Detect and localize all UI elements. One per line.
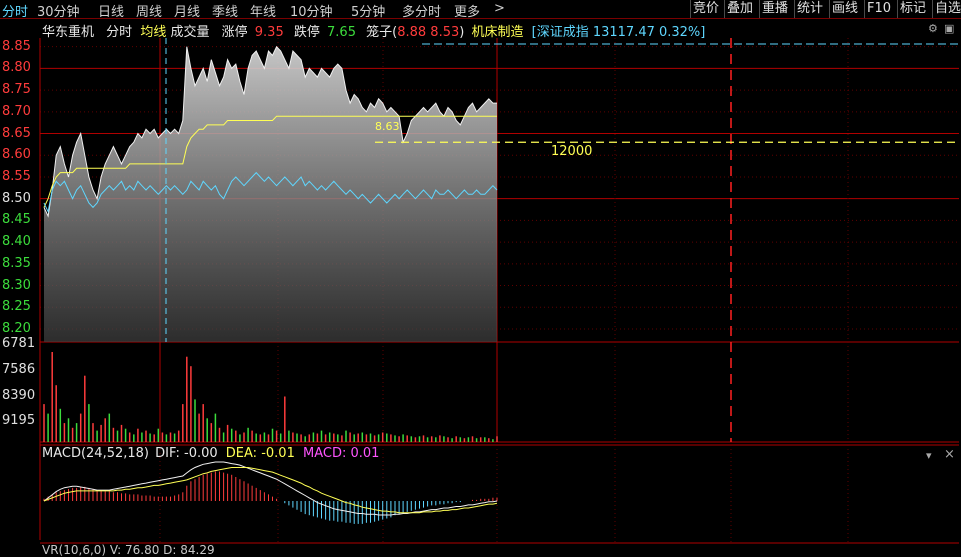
price-tick-label: 8.60 (2, 147, 31, 163)
price-tick-label: 8.30 (2, 277, 31, 293)
order-quantity-label: 12000 (551, 144, 593, 159)
price-tick-label: 8.85 (2, 38, 31, 54)
vr-indicator-title[interactable]: VR(10,6,0) V: 76.80 D: 84.29 (42, 543, 215, 557)
volume-tick-label: 9195 (2, 413, 36, 428)
price-mark-label: 8.63 (375, 120, 400, 133)
price-tick-label: 8.40 (2, 234, 31, 250)
price-tick-label: 8.50 (2, 190, 31, 206)
macd-dif-line (43, 461, 498, 516)
price-tick-label: 8.35 (2, 255, 31, 271)
dea-label: DEA: (225, 446, 258, 461)
dropdown-icon[interactable]: ▾ (926, 449, 932, 462)
price-tick-label: 8.80 (2, 60, 31, 76)
macd-title-bar: MACD(24,52,18) DIF: -0.00 DEA: -0.01 MAC… (42, 446, 379, 461)
macd-value: 0.01 (350, 446, 380, 461)
price-area (44, 46, 497, 342)
price-tick-label: 8.75 (2, 82, 31, 98)
intraday-chart[interactable] (0, 0, 961, 551)
volume-tick-label: 8390 (2, 388, 36, 403)
dif-value: -0.00 (184, 446, 218, 461)
dif-label: DIF: (155, 446, 180, 461)
price-tick-label: 8.45 (2, 212, 31, 228)
volume-tick-label: 7586 (2, 362, 36, 377)
dea-value: -0.01 (261, 446, 295, 461)
volume-tick-label: 6781 (2, 336, 36, 351)
price-tick-label: 8.65 (2, 125, 31, 141)
price-tick-label: 8.25 (2, 299, 31, 315)
macd-params[interactable]: MACD(24,52,18) (42, 446, 149, 461)
macd-label: MACD: (302, 446, 347, 461)
price-tick-label: 8.20 (2, 320, 31, 336)
price-tick-label: 8.70 (2, 103, 31, 119)
close-icon[interactable]: × (944, 447, 955, 462)
macd-dea-line (43, 467, 498, 514)
price-tick-label: 8.55 (2, 168, 31, 184)
